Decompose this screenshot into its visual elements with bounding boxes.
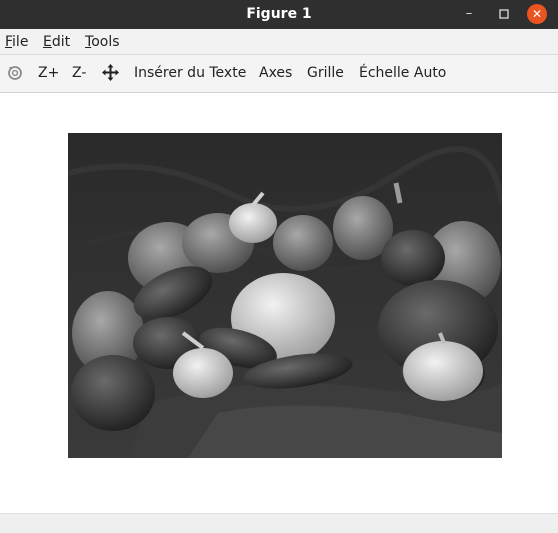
zoom-in-button[interactable]: Z+ [38,65,59,81]
zoom-out-button[interactable]: Z- [72,65,86,81]
rotate-icon[interactable] [6,64,24,86]
maximize-icon [499,9,509,19]
menubar: File Edit Tools [0,29,558,55]
statusbar [0,513,558,533]
maximize-button[interactable] [494,4,514,24]
menu-file[interactable]: File [5,34,28,50]
menu-edit[interactable]: Edit [43,34,70,50]
axes-button[interactable]: Axes [259,65,292,81]
menu-tools[interactable]: Tools [85,34,120,50]
minimize-button[interactable]: – [459,4,479,24]
insert-text-button[interactable]: Insérer du Texte [134,65,246,81]
window-titlebar: Figure 1 – ✕ [0,0,558,29]
pan-arrows-icon[interactable] [101,63,120,86]
figure-image [68,133,502,458]
grid-button[interactable]: Grille [307,65,344,81]
figure-toolbar: Z+ Z- Insérer du Texte Axes Grille Échel… [0,55,558,93]
close-button[interactable]: ✕ [527,4,547,24]
autoscale-button[interactable]: Échelle Auto [359,65,446,81]
